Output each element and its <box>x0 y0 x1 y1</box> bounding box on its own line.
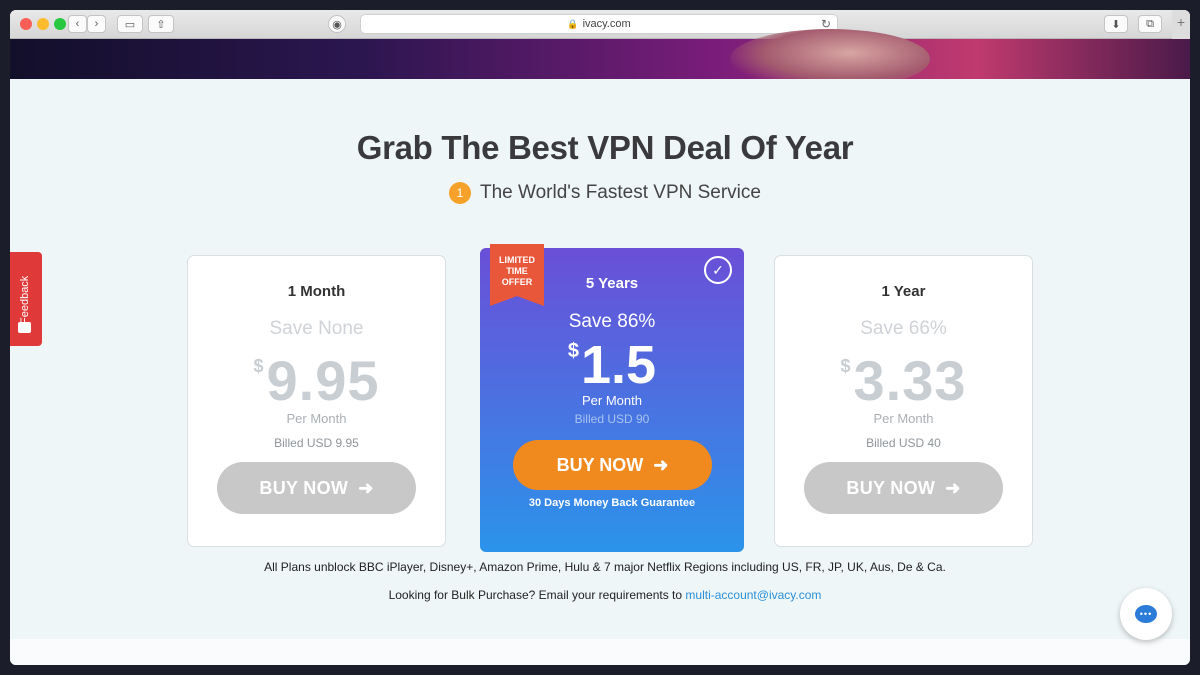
currency-symbol: $ <box>840 356 852 376</box>
page-subheadline: 1 The World's Fastest VPN Service <box>10 182 1190 204</box>
plan-period: 1 Month <box>287 283 346 300</box>
forward-icon[interactable]: › <box>87 15 106 33</box>
page-headline: Grab The Best VPN Deal Of Year <box>356 129 854 166</box>
plan-savings: Save None <box>269 318 364 339</box>
plan-billed: Billed USD 90 <box>574 412 650 426</box>
plan-price: $1.5 <box>480 334 744 396</box>
back-icon[interactable]: ‹ <box>68 15 87 33</box>
lock-icon: 🔒 <box>567 18 579 29</box>
plan-period: 1 Year <box>881 283 926 300</box>
bulk-purchase-note: Looking for Bulk Purchase? Email your re… <box>10 588 1190 602</box>
plan-billed: Billed USD 40 <box>866 436 941 450</box>
feedback-label: Feedback <box>19 275 31 324</box>
arrow-right-icon: ➜ <box>653 454 669 475</box>
arrow-right-icon: ➜ <box>358 477 374 498</box>
feedback-icon <box>18 322 31 333</box>
arrow-right-icon: ➜ <box>945 477 961 498</box>
page-footer-strip <box>10 639 1190 665</box>
plan-per-month: Per Month <box>286 411 347 426</box>
sidebar-icon[interactable]: ▭ <box>117 15 143 33</box>
buy-now-button-1-month[interactable]: BUY NOW ➜ <box>217 462 416 514</box>
plan-period: 5 Years <box>585 275 639 292</box>
number-badge: 1 <box>449 182 471 204</box>
plan-billed: Billed USD 9.95 <box>274 436 359 450</box>
price-value: 1.5 <box>581 335 657 395</box>
buy-now-button-5-years[interactable]: BUY NOW ➜ <box>513 440 712 490</box>
plan-card-1-year: 1 Year Save 66% $3.33 Per Month Billed U… <box>774 255 1033 547</box>
browser-window: ‹ › ▭ ⇧ ◉ 🔒 ivacy.com ↻ ⬇ ⧉ + Grab The B… <box>10 10 1190 665</box>
subheadline-text: The World's Fastest VPN Service <box>480 182 761 203</box>
plan-card-5-years: LIMITED TIME OFFER ✓ 5 Years Save 86% $1… <box>480 244 744 552</box>
currency-symbol: $ <box>253 356 265 376</box>
unblock-note: All Plans unblock BBC iPlayer, Disney+, … <box>264 560 946 574</box>
chat-launcher-button[interactable]: ••• <box>1120 588 1172 640</box>
extension-icon[interactable]: ◉ <box>328 15 346 33</box>
share-icon[interactable]: ⇧ <box>148 15 174 33</box>
plan-price: $3.33 <box>775 348 1032 413</box>
buy-now-label: BUY NOW <box>846 477 936 498</box>
feedback-tab[interactable]: Feedback <box>10 252 42 346</box>
bulk-email-link[interactable]: multi-account@ivacy.com <box>685 588 821 602</box>
tabs-overview-icon[interactable]: ⧉ <box>1138 15 1162 33</box>
price-value: 3.33 <box>853 349 967 412</box>
downloads-icon[interactable]: ⬇ <box>1104 15 1128 33</box>
chat-bubble-icon: ••• <box>1135 605 1157 623</box>
bulk-purchase-text: Looking for Bulk Purchase? Email your re… <box>388 588 683 602</box>
plan-savings: Save 86% <box>568 311 656 332</box>
close-window-button[interactable] <box>20 18 32 30</box>
buy-now-label: BUY NOW <box>556 454 644 475</box>
address-bar[interactable]: 🔒 ivacy.com ↻ <box>360 14 838 34</box>
url-text: ivacy.com <box>582 18 631 30</box>
money-back-guarantee: 30 Days Money Back Guarantee <box>528 497 696 509</box>
price-value: 9.95 <box>266 349 380 412</box>
plan-per-month: Per Month <box>582 393 642 408</box>
currency-symbol: $ <box>567 340 580 362</box>
plan-savings: Save 66% <box>860 318 947 339</box>
minimize-window-button[interactable] <box>37 18 49 30</box>
hero-banner-image <box>10 29 1190 89</box>
browser-toolbar: ‹ › ▭ ⇧ ◉ 🔒 ivacy.com ↻ ⬇ ⧉ + <box>10 10 1190 60</box>
buy-now-button-1-year[interactable]: BUY NOW ➜ <box>804 462 1003 514</box>
plan-per-month: Per Month <box>873 411 934 426</box>
plan-card-1-month: 1 Month Save None $9.95 Per Month Billed… <box>187 255 446 547</box>
zoom-window-button[interactable] <box>54 18 66 30</box>
plan-price: $9.95 <box>188 348 445 413</box>
buy-now-label: BUY NOW <box>259 477 349 498</box>
